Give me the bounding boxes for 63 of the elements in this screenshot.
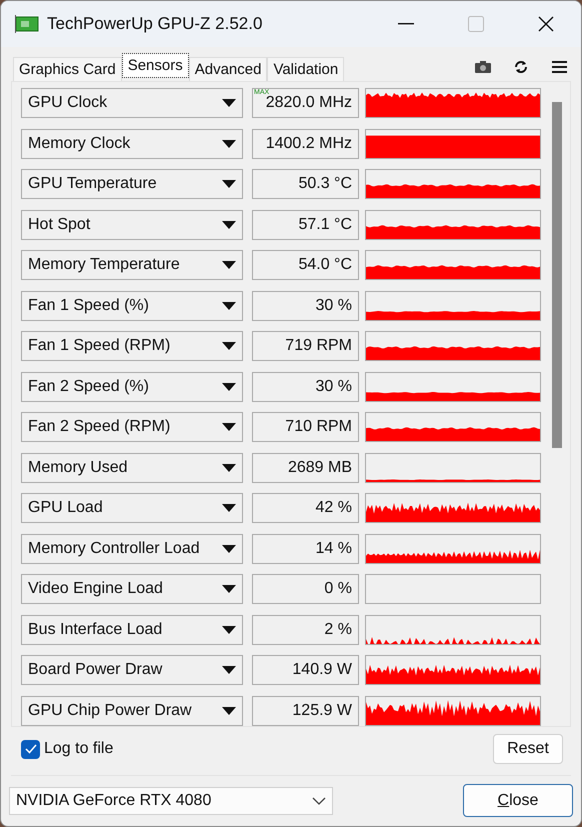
sensor-dropdown[interactable]: GPU Clock <box>21 88 243 118</box>
sensor-value: 719 RPM <box>252 331 359 361</box>
caret-icon <box>222 544 236 552</box>
caret-icon <box>222 342 236 350</box>
caret-icon <box>222 180 236 188</box>
caret-icon <box>222 382 236 390</box>
sensor-dropdown[interactable]: Bus Interface Load <box>21 614 243 644</box>
tab[interactable]: Validation <box>267 57 344 81</box>
caret-icon <box>222 504 236 512</box>
sensor-value: 140.9 W <box>252 655 359 685</box>
scrollbar-thumb[interactable] <box>552 102 562 448</box>
sensor-dropdown[interactable]: Fan 1 Speed (RPM) <box>21 331 243 361</box>
sensor-value: 1400.2 MHz <box>252 128 359 158</box>
checkbox[interactable] <box>21 740 40 758</box>
minimize-icon[interactable] <box>398 23 414 25</box>
sensor-dropdown[interactable]: GPU Load <box>21 493 243 523</box>
sensor-value: 710 RPM <box>252 412 359 442</box>
reset-button[interactable]: Reset <box>493 734 563 764</box>
sensor-dropdown[interactable]: Fan 2 Speed (%) <box>21 372 243 402</box>
sensor-value: 50.3 °C <box>252 169 359 199</box>
caret-icon <box>222 464 236 472</box>
caret-icon <box>222 220 236 228</box>
caret-icon <box>222 423 236 431</box>
sensor-value: 54.0 °C <box>252 250 359 280</box>
sensor-dropdown[interactable]: Fan 1 Speed (%) <box>21 290 243 320</box>
sensor-value: 57.1 °C <box>252 210 359 240</box>
close-icon[interactable] <box>538 16 554 32</box>
caret-icon <box>222 626 236 634</box>
sensor-dropdown[interactable]: GPU Temperature <box>21 169 243 199</box>
sensor-dropdown[interactable]: Memory Used <box>21 452 243 482</box>
caret-icon <box>222 585 236 593</box>
chevron-icon <box>312 796 326 804</box>
sensor-value: 30 % <box>252 372 359 402</box>
sensor-value: 2689 MB <box>252 452 359 482</box>
tab[interactable]: Sensors <box>122 53 189 78</box>
device-dropdown[interactable]: NVIDIA GeForce RTX 4080 <box>9 786 333 814</box>
sensor-value: 0 % <box>252 574 359 604</box>
sensor-dropdown[interactable]: Board Power Draw <box>21 655 243 685</box>
graphics-card-icon <box>15 15 39 33</box>
checkmark-icon <box>24 744 36 754</box>
sensor-value: 14 % <box>252 534 359 564</box>
caret-icon <box>222 706 236 714</box>
checkbox-label: Log to file <box>44 740 114 758</box>
caret-icon <box>222 140 236 148</box>
tab[interactable]: Graphics Card <box>13 57 122 81</box>
sensor-value: 2 % <box>252 614 359 644</box>
sensor-value: 42 % <box>252 493 359 523</box>
sensor-dropdown[interactable]: Memory Controller Load <box>21 534 243 564</box>
sensor-dropdown[interactable]: Video Engine Load <box>21 574 243 604</box>
sensor-dropdown[interactable]: Hot Spot <box>21 210 243 240</box>
window-title: TechPowerUp GPU-Z 2.52.0 <box>47 14 264 34</box>
close-button[interactable]: Close <box>463 784 573 817</box>
sensor-dropdown[interactable]: GPU Chip Power Draw <box>21 696 243 726</box>
sensor-value: 30 % <box>252 290 359 320</box>
sensor-value: 125.9 W <box>252 696 359 726</box>
sensor-dropdown[interactable]: Fan 2 Speed (RPM) <box>21 412 243 442</box>
sensor-dropdown[interactable]: Memory Clock <box>21 128 243 158</box>
caret-icon <box>222 302 236 310</box>
caret-icon <box>222 666 236 674</box>
caret-icon <box>222 261 236 269</box>
tab[interactable]: Advanced <box>188 57 268 81</box>
caret-icon <box>222 99 236 107</box>
sensor-dropdown[interactable]: Memory Temperature <box>21 250 243 280</box>
